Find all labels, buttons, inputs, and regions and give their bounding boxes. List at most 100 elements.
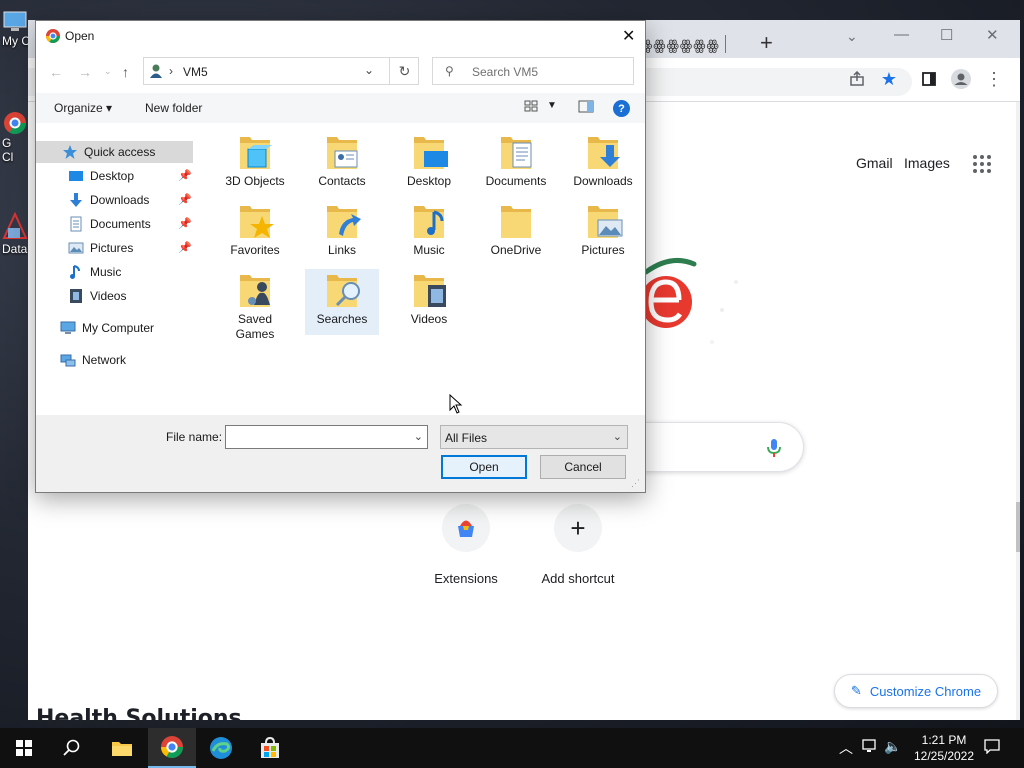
file-name: OneDrive (490, 243, 542, 257)
desktop-icon (69, 171, 83, 181)
file-item[interactable]: Music (392, 200, 466, 266)
taskbar-store[interactable] (246, 728, 294, 768)
file-item[interactable]: Favorites (218, 200, 292, 266)
file-name: Contacts (318, 174, 366, 188)
bookmark-star-icon[interactable]: ★ (878, 68, 900, 90)
nav-item-music[interactable]: Music (36, 261, 193, 283)
search-icon: ⚲ (445, 64, 454, 78)
nav-label: Videos (90, 289, 127, 303)
view-dropdown-icon[interactable]: ▼ (547, 100, 557, 111)
new-folder-button[interactable]: New folder (145, 101, 202, 115)
customize-chrome-label: Customize Chrome (869, 683, 982, 699)
file-item[interactable]: Pictures (566, 200, 640, 266)
file-item[interactable]: Saved Games (218, 269, 292, 341)
network-tray-icon[interactable] (862, 738, 880, 757)
open-button[interactable]: Open (441, 455, 527, 479)
cancel-button[interactable]: Cancel (540, 455, 626, 479)
taskbar-edge[interactable] (197, 728, 245, 768)
file-item[interactable]: Desktop (392, 131, 466, 197)
up-button[interactable]: ↑ (122, 64, 129, 80)
nav-item-pictures[interactable]: Pictures 📌 (36, 237, 193, 259)
nav-item-documents[interactable]: Documents 📌 (36, 213, 193, 235)
file-name: Desktop (406, 174, 452, 188)
chevron-down-icon[interactable]: ⌄ (414, 430, 423, 443)
share-icon[interactable] (846, 68, 868, 90)
gmail-link[interactable]: Gmail (856, 155, 893, 171)
profile-avatar-icon[interactable] (950, 68, 972, 90)
folder-icon (414, 206, 444, 238)
chrome-web-store-icon (442, 504, 490, 552)
file-item[interactable]: Videos (392, 269, 466, 335)
notifications-icon[interactable] (984, 738, 1000, 757)
help-icon[interactable]: ? (613, 100, 630, 117)
breadcrumb-segment[interactable]: VM5 (183, 65, 208, 79)
maximize-button[interactable]: ☐ (940, 26, 953, 44)
shortcut-add[interactable]: + Add shortcut (528, 504, 628, 586)
voice-search-mic-icon[interactable] (766, 438, 782, 458)
resize-grip-icon[interactable]: ⋰ (631, 478, 640, 489)
folder-icon (112, 742, 132, 756)
film-icon (70, 289, 82, 303)
breadcrumb-chevron-icon[interactable]: › (169, 64, 173, 78)
google-doodle[interactable] (636, 242, 766, 362)
preview-pane-icon[interactable] (578, 100, 594, 116)
chevron-down-icon[interactable]: ⌄ (364, 63, 374, 77)
picture-icon (68, 242, 84, 254)
tab-title[interactable]: ꙮꙮꙮꙮꙮꙮ (640, 37, 720, 54)
file-type-select[interactable]: All Files ⌄ (440, 425, 628, 449)
dialog-close-button[interactable]: ✕ (622, 26, 635, 46)
menu-kebab-icon[interactable]: ⋮ (983, 68, 1005, 90)
close-window-button[interactable]: ✕ (986, 26, 999, 44)
google-apps-icon[interactable] (973, 155, 991, 173)
search-icon (63, 739, 80, 756)
forward-button[interactable]: → (78, 64, 92, 80)
file-item[interactable]: OneDrive (479, 200, 553, 266)
show-hidden-icons-button[interactable]: ︿ (839, 738, 853, 758)
folder-icon (588, 206, 623, 238)
nav-item-network[interactable]: Network (36, 349, 193, 371)
file-name-input[interactable]: ⌄ (225, 425, 428, 449)
customize-chrome-button[interactable]: ✎ Customize Chrome (834, 674, 998, 708)
nav-item-desktop[interactable]: Desktop 📌 (36, 165, 193, 187)
system-clock[interactable]: 1:21 PM 12/25/2022 (906, 732, 982, 764)
new-tab-button[interactable]: + (760, 32, 773, 54)
shortcut-extensions[interactable]: Extensions (416, 504, 516, 586)
file-item[interactable]: Links (305, 200, 379, 266)
file-item[interactable]: 3D Objects (218, 131, 292, 197)
file-item[interactable]: Contacts (305, 131, 379, 197)
view-options-icon[interactable] (524, 99, 538, 116)
tab-search-button[interactable]: ⌄ (846, 28, 858, 45)
taskbar-search-button[interactable] (48, 728, 96, 768)
recent-locations-dropdown[interactable]: ⌄ (104, 66, 112, 77)
nav-item-downloads[interactable]: Downloads 📌 (36, 189, 193, 211)
taskbar: ︿ 🔈 1:21 PM 12/25/2022 (0, 728, 1024, 768)
app-shortcut-icon (2, 211, 28, 242)
chrome-icon (161, 736, 183, 758)
minimize-button[interactable]: — (894, 26, 909, 43)
document-icon (70, 216, 82, 232)
back-button[interactable]: ← (49, 64, 63, 80)
nav-item-videos[interactable]: Videos (36, 285, 193, 307)
refresh-icon[interactable]: ↻ (389, 58, 419, 84)
page-scrollbar[interactable] (1016, 102, 1020, 720)
address-breadcrumb[interactable]: › VM5 ⌄ ↻ (143, 57, 419, 85)
shortcut-label: Add shortcut (541, 571, 615, 586)
nav-item-my-computer[interactable]: My Computer (36, 317, 193, 339)
side-panel-icon[interactable] (918, 68, 940, 90)
file-item[interactable]: Downloads (566, 131, 640, 197)
scrollbar-thumb[interactable] (1016, 502, 1020, 552)
taskbar-chrome[interactable] (148, 728, 196, 768)
file-list: 3D Objects Contacts Desktop Documents Downlo… (214, 131, 644, 411)
start-button[interactable] (0, 728, 48, 768)
file-name: Videos (410, 312, 448, 326)
volume-icon[interactable]: 🔈 (884, 738, 901, 755)
taskbar-file-explorer[interactable] (98, 728, 146, 768)
dialog-titlebar[interactable]: Open ✕ (36, 21, 645, 51)
file-item[interactable]: Searches (305, 269, 379, 335)
organize-button[interactable]: Organize ▾ (54, 101, 112, 115)
search-field[interactable]: ⚲ Search VM5 (432, 57, 634, 85)
images-link[interactable]: Images (904, 155, 950, 171)
nav-item-quick-access[interactable]: Quick access (36, 141, 193, 163)
file-item[interactable]: Documents (479, 131, 553, 197)
nav-label: Quick access (84, 145, 156, 159)
